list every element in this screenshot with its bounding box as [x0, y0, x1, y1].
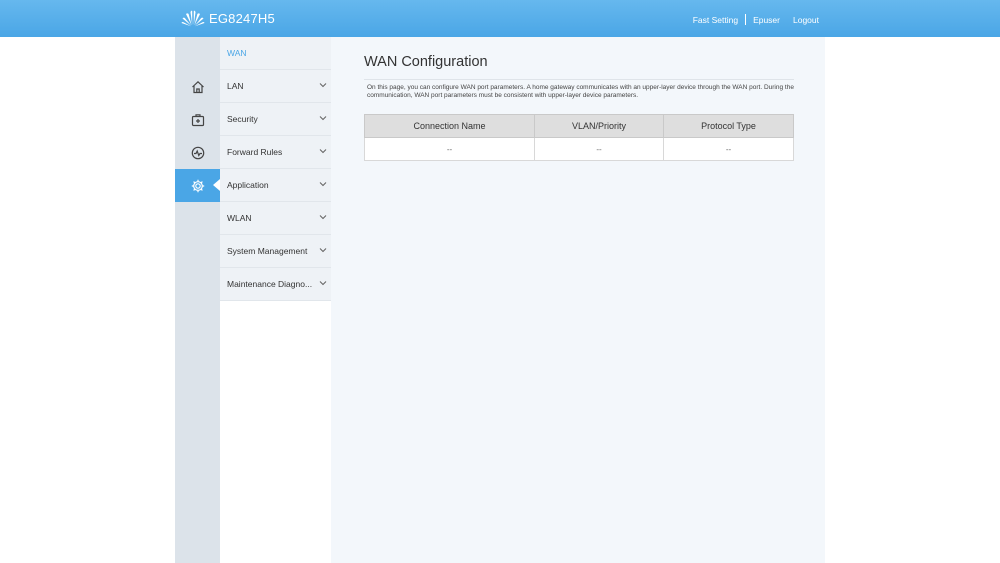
- table-cell: --: [364, 137, 535, 161]
- sub-menu: WAN LAN Security Forward Rules Applicati…: [220, 37, 331, 563]
- device-model: EG8247H5: [209, 10, 275, 26]
- column-header-protocol-type: Protocol Type: [663, 114, 794, 138]
- user-link[interactable]: Epuser: [753, 15, 780, 25]
- chevron-down-icon: [319, 116, 327, 121]
- gear-icon: [191, 179, 204, 192]
- table-cell: --: [534, 137, 664, 161]
- submenu-item-label: WLAN: [227, 213, 252, 223]
- chevron-down-icon: [319, 281, 327, 286]
- submenu-item-label: LAN: [227, 81, 244, 91]
- home-icon: [191, 80, 204, 93]
- brand-logo: EG8247H5: [181, 9, 275, 27]
- icon-sidebar: [175, 37, 220, 563]
- submenu-item-application[interactable]: Application: [220, 169, 331, 202]
- submenu-item-label: System Management: [227, 246, 308, 256]
- table-header-row: Connection Name VLAN/Priority Protocol T…: [364, 114, 794, 138]
- submenu-item-wlan[interactable]: WLAN: [220, 202, 331, 235]
- submenu-item-label: WAN: [227, 48, 247, 58]
- huawei-logo-icon: [181, 10, 205, 27]
- table-cell: --: [663, 137, 794, 161]
- chevron-down-icon: [319, 248, 327, 253]
- diagnose-icon: [191, 146, 204, 159]
- main-content: WAN Configuration On this page, you can …: [331, 37, 825, 563]
- wan-table: Connection Name VLAN/Priority Protocol T…: [364, 114, 794, 161]
- chevron-down-icon: [319, 215, 327, 220]
- nav-home[interactable]: [175, 70, 220, 103]
- submenu-item-system-management[interactable]: System Management: [220, 235, 331, 268]
- submenu-item-lan[interactable]: LAN: [220, 70, 331, 103]
- title-divider: [364, 79, 794, 80]
- submenu-item-label: Security: [227, 114, 258, 124]
- chevron-down-icon: [319, 83, 327, 88]
- nav-diagnose[interactable]: [175, 136, 220, 169]
- fast-setting-link[interactable]: Fast Setting: [693, 15, 738, 25]
- column-header-vlan-priority: VLAN/Priority: [534, 114, 664, 138]
- page-title: WAN Configuration: [364, 54, 488, 70]
- table-row: -- -- --: [364, 137, 794, 161]
- logout-link[interactable]: Logout: [793, 15, 819, 25]
- submenu-item-label: Maintenance Diagno...: [227, 279, 313, 289]
- submenu-item-security[interactable]: Security: [220, 103, 331, 136]
- submenu-item-forward-rules[interactable]: Forward Rules: [220, 136, 331, 169]
- top-links: Fast Setting Epuser Logout: [693, 14, 819, 25]
- submenu-item-maintenance-diagnosis[interactable]: Maintenance Diagno...: [220, 268, 331, 301]
- top-bar: EG8247H5 Fast Setting Epuser Logout: [0, 0, 1000, 37]
- chevron-down-icon: [319, 149, 327, 154]
- submenu-item-label: Forward Rules: [227, 147, 283, 157]
- submenu-item-label: Application: [227, 180, 269, 190]
- page-description: On this page, you can configure WAN port…: [367, 84, 794, 99]
- toolbox-icon: [191, 113, 204, 126]
- nav-advanced[interactable]: [175, 169, 220, 202]
- submenu-item-wan[interactable]: WAN: [220, 37, 331, 70]
- column-header-connection-name: Connection Name: [364, 114, 535, 138]
- link-divider: [745, 14, 747, 25]
- chevron-down-icon: [319, 182, 327, 187]
- nav-toolbox[interactable]: [175, 103, 220, 136]
